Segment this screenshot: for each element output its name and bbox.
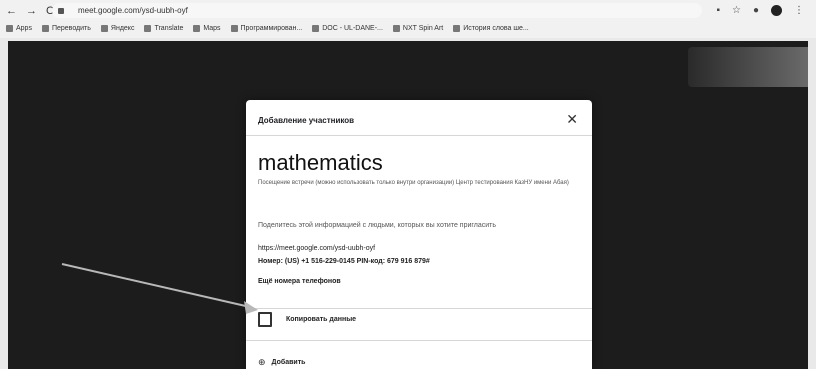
add-label: Добавить [271,359,306,366]
close-icon[interactable]: ✕ [566,111,578,128]
bookmark-apps[interactable]: Apps [6,25,32,32]
bookmark-doc[interactable]: DOC - UL-DANE-... [312,25,383,32]
bookmark-label: История слова ше... [463,25,529,32]
add-participants-dialog: Добавление участников ✕ mathematics Посе… [246,100,592,369]
divider [246,135,592,136]
menu-icon[interactable]: ⋮ [794,5,804,16]
bookmark-maps[interactable]: Maps [193,25,221,32]
meeting-link[interactable]: https://meet.google.com/ysd-uubh-oyf [258,245,375,252]
bookmark-history[interactable]: История слова ше... [453,25,529,32]
forward-icon[interactable]: → [26,5,37,17]
share-text: Поделитесь этой информацией с людьми, ко… [258,222,497,229]
meeting-description: Посещение встречи (можно использовать то… [258,180,569,186]
dialog-title: Добавление участников [258,116,355,125]
bookmark-label: Translate [154,25,184,32]
bookmark-label: Программирован... [240,25,303,32]
bookmark-yandex[interactable]: Яндекс [100,25,135,32]
bookmark-nxt[interactable]: NXT Spin Art [392,25,444,32]
back-icon[interactable]: ← [6,5,17,17]
browser-nav: ← → C [6,5,54,17]
copy-icon [258,312,272,327]
translate-icon [144,25,152,32]
phone-details: Номер: (US) +1 516-229-0145 PIN-код: 679… [258,258,430,265]
bookmark-label: NXT Spin Art [402,25,444,32]
copy-label: Копировать данные [286,316,357,323]
browser-actions: ▪ ☆ ● ⋮ [716,5,804,16]
url-row: ← → C meet.google.com/ysd-uubh-oyf ▪ ☆ ●… [0,2,816,19]
location-icon[interactable]: ● [753,5,759,16]
folder-icon [230,25,238,32]
history-icon [453,25,461,32]
bookmark-label: Maps [203,25,221,32]
divider [246,308,592,309]
more-numbers-link[interactable]: Ещё номера телефонов [258,278,341,285]
self-view-thumbnail[interactable] [688,47,808,87]
copy-details-button[interactable]: Копировать данные [258,312,356,327]
nxt-icon [392,25,400,32]
maps-icon [193,25,201,32]
person-add-icon: ⊕ [258,357,266,367]
url-text[interactable]: meet.google.com/ysd-uubh-oyf [78,6,188,15]
apps-icon [6,25,13,32]
bookmark-translate[interactable]: Translate [144,25,183,32]
bookmark-label: Apps [16,25,32,32]
browser-chrome: ← → C meet.google.com/ysd-uubh-oyf ▪ ☆ ●… [0,0,816,38]
address-bar[interactable]: meet.google.com/ysd-uubh-oyf [52,3,702,18]
extension-icon[interactable]: ▪ [716,5,720,16]
bookmark-label: Яндекс [110,25,135,32]
bookmarks-bar: Apps Переводить Яндекс Translate Maps Пр… [0,21,816,36]
bookmark-translate-ru[interactable]: Переводить [41,25,91,32]
translate-icon [41,25,49,32]
bookmark-label: DOC - UL-DANE-... [322,25,383,32]
doc-icon [312,25,320,32]
star-icon[interactable]: ☆ [732,5,741,16]
meeting-name: mathematics [258,150,383,175]
divider [246,340,592,341]
profile-avatar[interactable] [771,5,782,16]
lock-icon [58,7,64,14]
yandex-icon [100,25,108,32]
add-participant-button[interactable]: ⊕ Добавить [258,357,305,368]
bookmark-label: Переводить [51,25,91,32]
bookmark-programming[interactable]: Программирован... [230,25,303,32]
